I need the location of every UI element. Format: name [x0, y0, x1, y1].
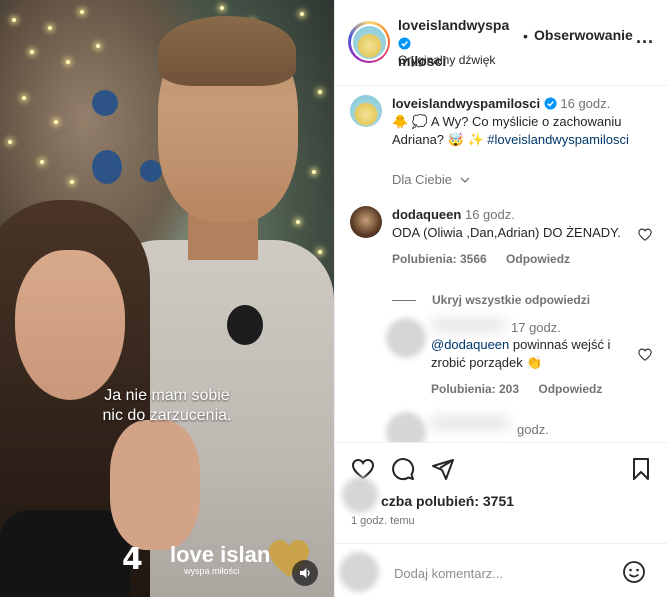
save-bookmark-icon[interactable] — [629, 457, 653, 481]
verified-badge-icon — [398, 37, 411, 50]
like-comment-icon[interactable] — [638, 228, 652, 242]
reply-avatar[interactable] — [386, 318, 426, 358]
post-time-ago: 1 godz. temu — [351, 515, 415, 527]
reply-likes[interactable]: Polubienia: 203 — [431, 382, 519, 396]
share-icon[interactable] — [431, 457, 455, 481]
user-avatar — [339, 552, 379, 592]
add-comment-bar: Dodaj komentarz... — [335, 543, 667, 597]
caption-time: 16 godz. — [560, 96, 611, 111]
caption-username[interactable]: loveislandwyspamilosci — [392, 96, 540, 111]
speaker-icon[interactable] — [292, 560, 318, 586]
comment-input[interactable]: Dodaj komentarz... — [394, 566, 503, 581]
reply-button[interactable]: Odpowiedz — [538, 382, 602, 396]
reply-time: 17 godz. — [511, 320, 561, 335]
original-audio-link[interactable]: Oryginalny dźwięk — [398, 53, 495, 67]
reply-comment: @dodaqueen powinnaś wejść i zrobić porzą… — [431, 337, 611, 370]
following-button[interactable]: Obserwowanie — [534, 27, 633, 43]
hashtag-link[interactable]: #loveislandwyspamilosci — [487, 132, 629, 147]
instagram-post-modal: Ja nie mam sobie nic do zarzucenia. 4 lo… — [0, 0, 667, 597]
author-avatar[interactable] — [348, 21, 390, 63]
more-options-icon[interactable]: ... — [636, 27, 654, 48]
caption-avatar[interactable] — [350, 95, 382, 127]
mention-link[interactable]: @dodaqueen — [431, 337, 509, 352]
comment-icon[interactable] — [391, 457, 415, 481]
caption: loveislandwyspamilosci 16 godz. 🐥 💭 A Wy… — [392, 96, 629, 147]
reply-avatar[interactable] — [386, 412, 426, 442]
commenter-username[interactable]: dodaqueen — [392, 207, 461, 222]
post-header: loveislandwyspa milosci • Obserwowanie .… — [335, 0, 667, 86]
for-you-toggle[interactable]: Dla Ciebie — [392, 172, 470, 187]
chevron-down-icon — [460, 177, 470, 183]
comments-section[interactable]: loveislandwyspamilosci 16 godz. 🐥 💭 A Wy… — [335, 86, 667, 442]
microphone — [227, 305, 263, 345]
likes-count[interactable]: czba polubień: 3751 — [381, 493, 514, 509]
reel-video[interactable]: Ja nie mam sobie nic do zarzucenia. 4 lo… — [0, 0, 334, 597]
verified-badge-icon — [544, 97, 557, 110]
commenter-avatar[interactable] — [350, 206, 382, 238]
comment-likes[interactable]: Polubienia: 3566 — [392, 252, 487, 266]
post-sidebar: loveislandwyspa milosci • Obserwowanie .… — [334, 0, 667, 597]
reply-button[interactable]: Odpowiedz — [506, 252, 570, 266]
like-reply-icon[interactable] — [638, 348, 652, 362]
channel-4-logo: 4 — [122, 542, 143, 577]
video-subtitle: Ja nie mam sobie nic do zarzucenia. — [102, 387, 232, 424]
comment: dodaqueen 16 godz. ODA (Oliwia ,Dan,Adri… — [392, 207, 621, 240]
hide-replies-toggle[interactable]: Ukryj wszystkie odpowiedzi — [392, 293, 590, 307]
liker-avatar[interactable] — [342, 477, 378, 513]
post-actions: czba polubień: 3751 1 godz. temu Dodaj k… — [335, 442, 667, 597]
emoji-icon[interactable] — [622, 560, 646, 584]
